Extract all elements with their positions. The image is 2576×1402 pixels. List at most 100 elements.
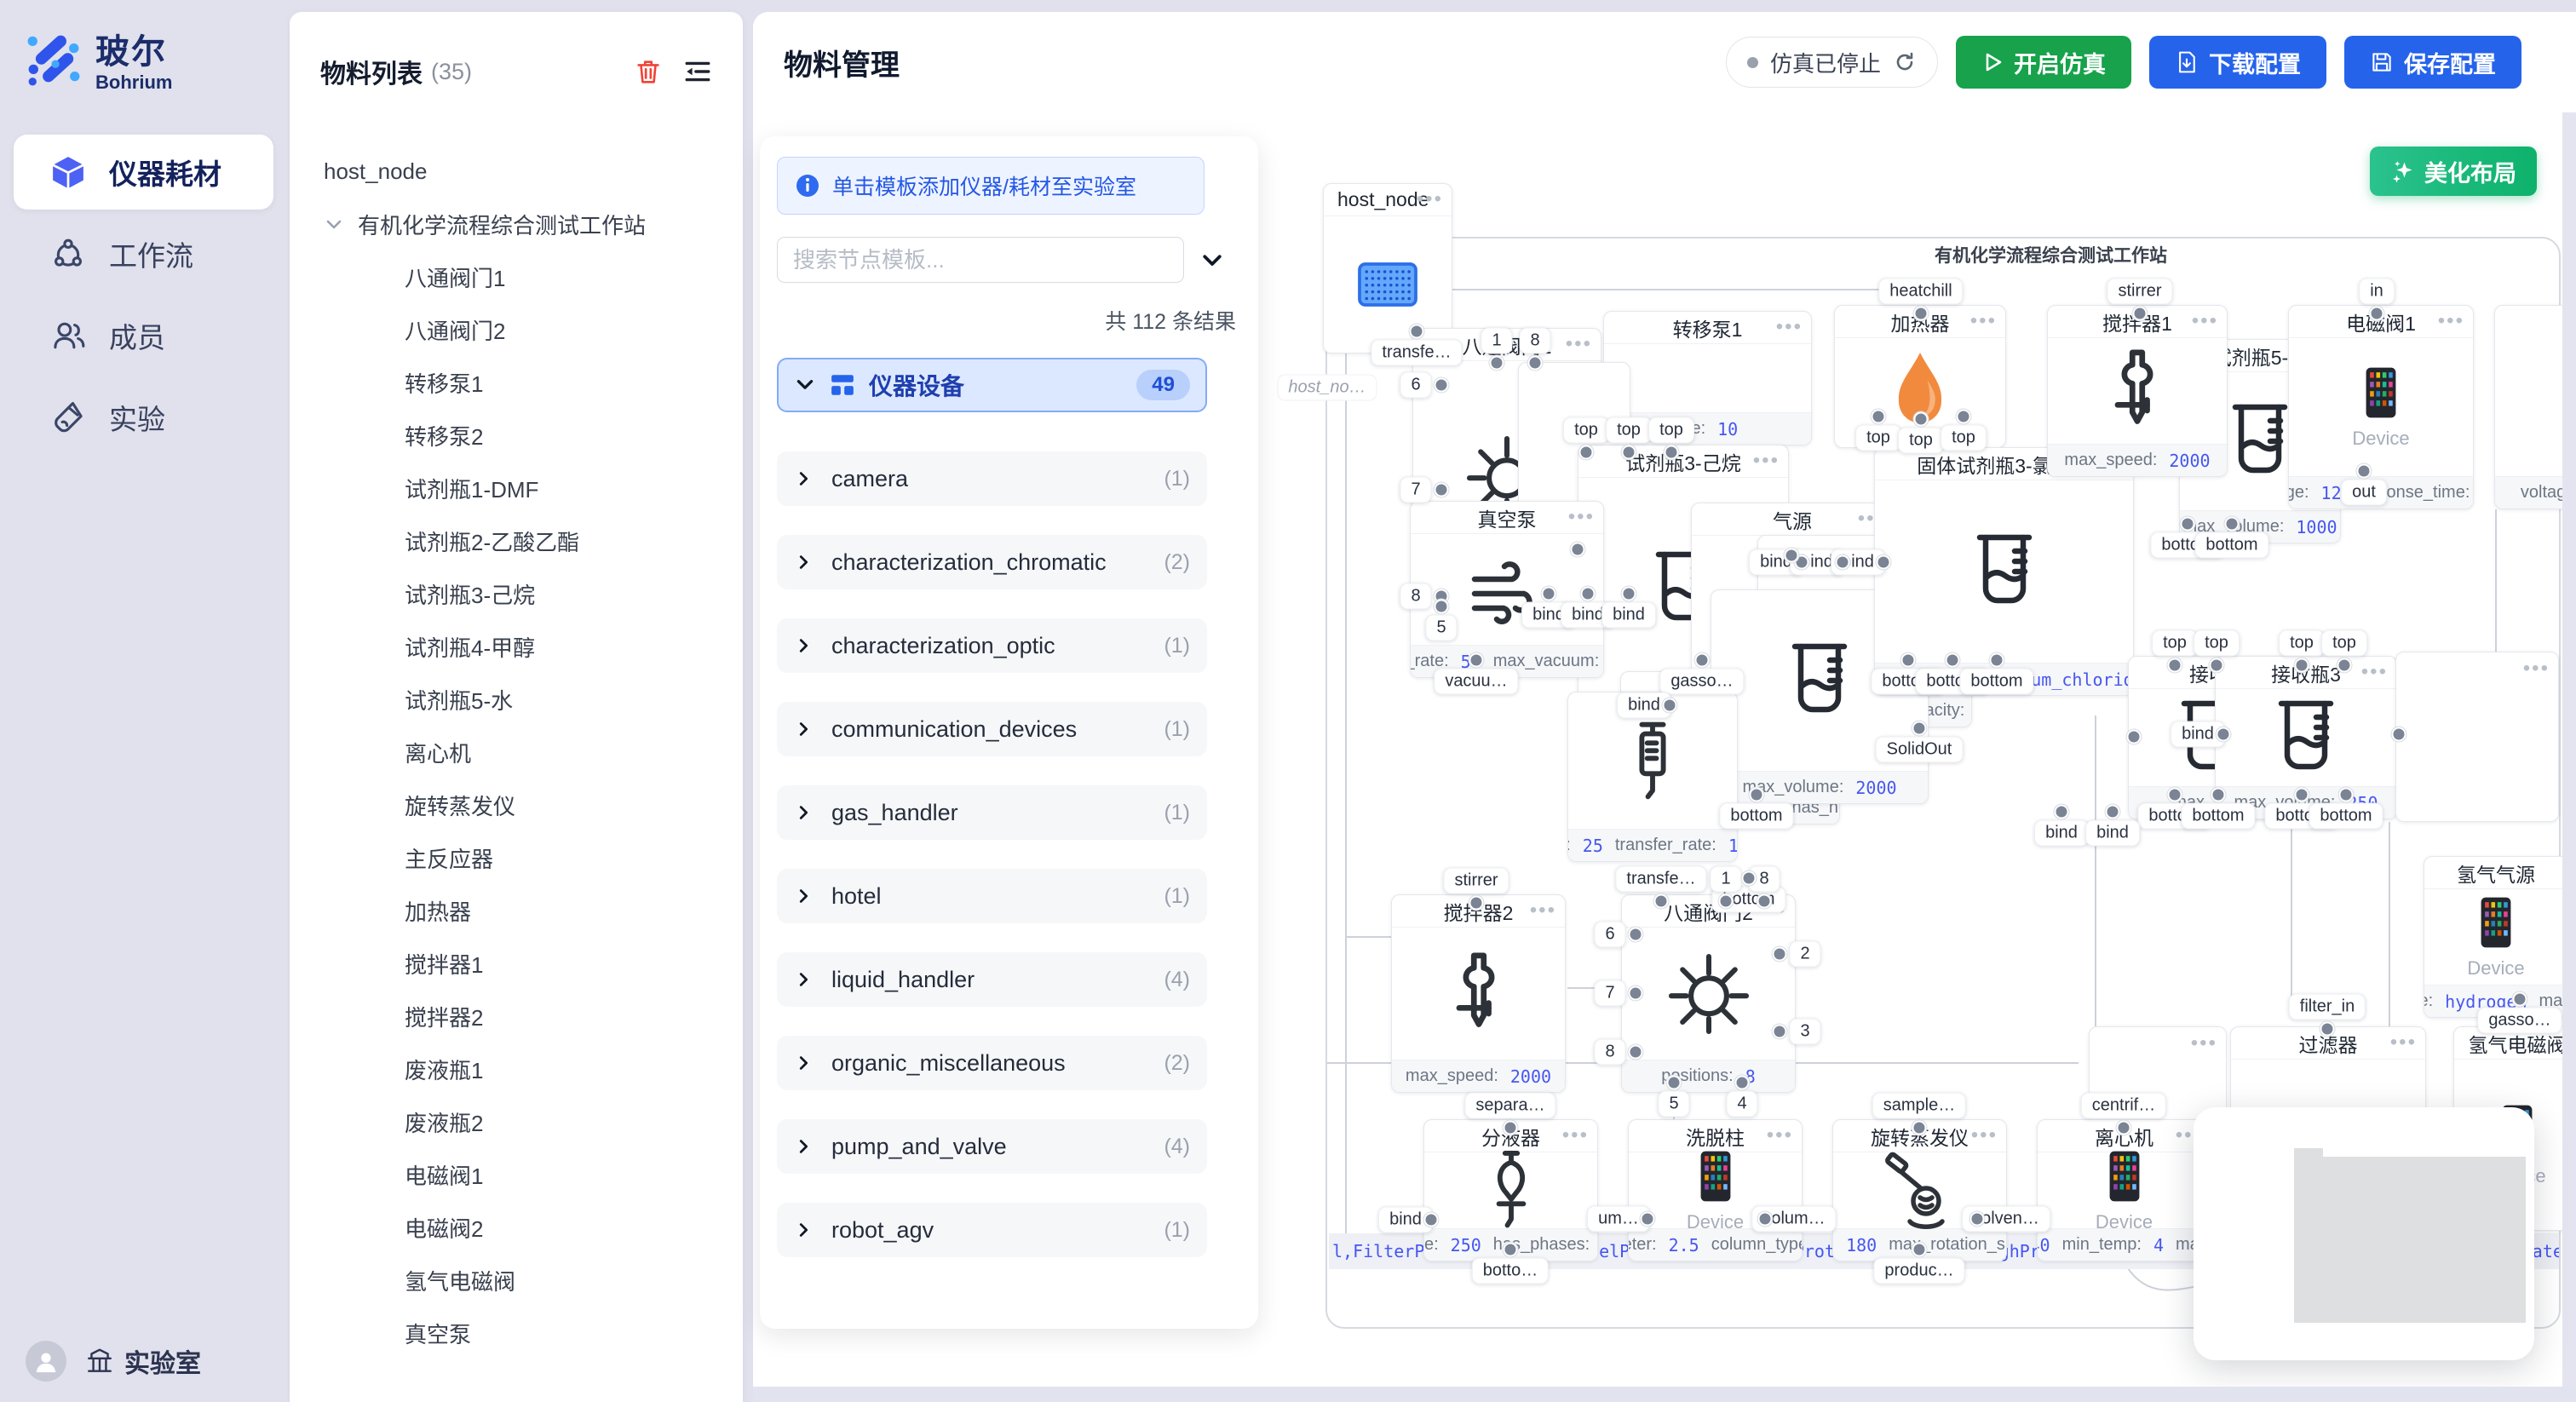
sidebar-item-instruments[interactable]: 仪器耗材 bbox=[14, 135, 273, 210]
port-7[interactable]: 7 bbox=[1400, 477, 1431, 503]
port-1[interactable]: 1 bbox=[1481, 328, 1512, 354]
port-1[interactable]: 1 bbox=[1710, 866, 1741, 893]
port-top[interactable]: top bbox=[1855, 425, 1901, 451]
tree-item[interactable]: 试剂瓶2-乙酸乙酯 bbox=[324, 514, 743, 567]
port-6[interactable]: 6 bbox=[1400, 372, 1431, 399]
start-simulation-button[interactable]: 开启仿真 bbox=[1956, 36, 2131, 89]
refresh-icon[interactable] bbox=[1893, 50, 1917, 74]
canvas-node-stirrer-2[interactable]: 搅拌器2•••max_speed:2000 bbox=[1391, 894, 1566, 1093]
sidebar-item-workflow[interactable]: 工作流 bbox=[14, 216, 273, 291]
tree-item[interactable]: 试剂瓶5-水 bbox=[324, 673, 743, 726]
tree-item[interactable]: 加热器 bbox=[324, 884, 743, 937]
tree-item[interactable]: 真空泵 bbox=[324, 1307, 743, 1359]
node-menu-icon[interactable]: ••• bbox=[1767, 1120, 1793, 1151]
horizontal-scrollbar-track[interactable] bbox=[753, 1387, 2576, 1402]
port-solidout[interactable]: SolidOut bbox=[1876, 737, 1964, 763]
canvas-node-rotary-evaporator[interactable]: 旋转蒸发仪•••temp:180max_rotation_speed: bbox=[1832, 1119, 2007, 1261]
save-config-button[interactable]: 保存配置 bbox=[2344, 36, 2521, 89]
port-top[interactable]: top bbox=[1898, 428, 1944, 454]
collapse-list-icon[interactable] bbox=[683, 57, 712, 86]
template-category-item[interactable]: camera (1) bbox=[777, 451, 1207, 506]
port-8[interactable]: 8 bbox=[1594, 1039, 1625, 1066]
port-gasso[interactable]: gasso… bbox=[2477, 1008, 2562, 1034]
port-in[interactable]: in bbox=[2359, 279, 2395, 305]
template-category-item[interactable]: organic_miscellaneous (2) bbox=[777, 1036, 1207, 1090]
port-top[interactable]: top bbox=[1563, 417, 1609, 444]
port-filterin[interactable]: filter_in bbox=[2289, 994, 2366, 1020]
port-top[interactable]: top bbox=[1941, 425, 1987, 451]
node-menu-icon[interactable]: ••• bbox=[2192, 306, 2218, 336]
port-bottom[interactable]: bottom bbox=[2194, 532, 2268, 559]
canvas-node-card-behind-receivers[interactable]: ••• bbox=[2395, 652, 2559, 822]
template-category-item[interactable]: gas_handler (1) bbox=[777, 785, 1207, 840]
lab-switcher[interactable]: 实验室 bbox=[85, 1342, 201, 1380]
node-menu-icon[interactable]: ••• bbox=[1417, 184, 1443, 215]
port-centrif[interactable]: centrif… bbox=[2081, 1093, 2166, 1119]
template-category-item[interactable]: hotel (1) bbox=[777, 869, 1207, 923]
node-menu-icon[interactable]: ••• bbox=[1562, 1120, 1589, 1151]
node-menu-icon[interactable]: ••• bbox=[1776, 312, 1803, 342]
port-bottom[interactable]: bottom bbox=[1959, 669, 2033, 695]
canvas-node-eight-way-valve-2[interactable]: 八通阀门2•••positions:8 bbox=[1621, 894, 1796, 1093]
canvas-node-centrifuge[interactable]: 离心机•••Devicep:40min_temp:4max_spe bbox=[2037, 1119, 2211, 1261]
port-heatchill[interactable]: heatchill bbox=[1878, 279, 1963, 305]
port-5[interactable]: 5 bbox=[1425, 615, 1457, 641]
port-bottom[interactable]: bottom bbox=[2309, 803, 2383, 830]
tree-item[interactable]: 试剂瓶3-己烷 bbox=[324, 567, 743, 620]
download-config-button[interactable]: 下载配置 bbox=[2149, 36, 2326, 89]
port-top[interactable]: top bbox=[2152, 630, 2198, 657]
template-category-item[interactable]: communication_devices (1) bbox=[777, 702, 1207, 756]
trash-icon[interactable] bbox=[634, 56, 663, 87]
tree-item[interactable]: 电磁阀2 bbox=[324, 1201, 743, 1254]
canvas-node-stirrer-1[interactable]: 搅拌器1•••max_speed:2000 bbox=[2047, 305, 2228, 477]
port-produc[interactable]: produc… bbox=[1873, 1258, 1964, 1284]
tree-item[interactable]: 八通阀门1 bbox=[324, 250, 743, 303]
port-hostno[interactable]: host_no… bbox=[1277, 375, 1377, 401]
node-menu-icon[interactable]: ••• bbox=[1753, 445, 1780, 476]
template-category-item[interactable]: robot_agv (1) bbox=[777, 1203, 1207, 1257]
template-category-item[interactable]: pump_and_valve (4) bbox=[777, 1119, 1207, 1174]
port-gasso[interactable]: gasso… bbox=[1659, 669, 1744, 695]
tree-item[interactable]: 旋转蒸发仪 bbox=[324, 779, 743, 831]
tree-item[interactable]: 废液瓶1 bbox=[324, 1043, 743, 1095]
port-top[interactable]: top bbox=[1606, 417, 1652, 444]
port-8[interactable]: 8 bbox=[1400, 583, 1431, 610]
tree-item-host-node[interactable]: host_node bbox=[324, 145, 743, 198]
port-bottom[interactable]: bottom bbox=[2181, 803, 2255, 830]
template-category-item[interactable]: liquid_handler (4) bbox=[777, 952, 1207, 1007]
port-vacuu[interactable]: vacuu… bbox=[1434, 669, 1518, 695]
beautify-layout-button[interactable]: 美化布局 bbox=[2370, 147, 2537, 196]
port-top[interactable]: top bbox=[2279, 630, 2325, 657]
port-2[interactable]: 2 bbox=[1789, 941, 1820, 968]
port-transfe[interactable]: transfe… bbox=[1615, 866, 1706, 893]
template-category-item[interactable]: characterization_optic (1) bbox=[777, 618, 1207, 673]
node-menu-icon[interactable]: ••• bbox=[2438, 306, 2464, 336]
tree-item[interactable]: 电磁阀1 bbox=[324, 1148, 743, 1201]
tree-item[interactable]: 转移泵2 bbox=[324, 409, 743, 462]
search-input[interactable] bbox=[777, 237, 1184, 283]
vertical-scrollbar-track[interactable] bbox=[2562, 85, 2576, 1402]
simulation-status-pill[interactable]: 仿真已停止 bbox=[1726, 37, 1938, 88]
canvas-node-separatory-funnel[interactable]: 分液器•••volume:250has_phases:true bbox=[1423, 1119, 1598, 1261]
port-bind[interactable]: bind bbox=[2034, 820, 2089, 847]
port-top[interactable]: top bbox=[2194, 630, 2240, 657]
tree-item[interactable]: 八通阀门2 bbox=[324, 303, 743, 356]
tree-item[interactable]: 搅拌器1 bbox=[324, 937, 743, 990]
logo[interactable]: 玻尔 Bohrium bbox=[0, 0, 287, 94]
port-7[interactable]: 7 bbox=[1594, 980, 1625, 1007]
port-stirrer[interactable]: stirrer bbox=[2107, 279, 2172, 305]
port-bind[interactable]: bind bbox=[2085, 820, 2140, 847]
node-menu-icon[interactable]: ••• bbox=[2390, 1027, 2417, 1058]
tree-item[interactable]: 废液瓶2 bbox=[324, 1095, 743, 1148]
template-category-item[interactable]: characterization_chromatic (2) bbox=[777, 535, 1207, 589]
tree-item[interactable]: 离心机 bbox=[324, 726, 743, 779]
sidebar-item-experiments[interactable]: 实验 bbox=[14, 380, 273, 455]
canvas-node-hydrogen-gas-source[interactable]: 氢气气源Device_type:hydrogenmax_pre bbox=[2424, 856, 2568, 1018]
port-top[interactable]: top bbox=[2321, 630, 2367, 657]
port-3[interactable]: 3 bbox=[1789, 1019, 1820, 1045]
tree-item[interactable]: 搅拌器2 bbox=[324, 990, 743, 1043]
collapse-panel-chevron-icon[interactable] bbox=[1199, 247, 1225, 273]
port-4[interactable]: 4 bbox=[1726, 1091, 1757, 1118]
sidebar-item-members[interactable]: 成员 bbox=[14, 298, 273, 373]
tree-item[interactable]: 转移泵1 bbox=[324, 356, 743, 409]
